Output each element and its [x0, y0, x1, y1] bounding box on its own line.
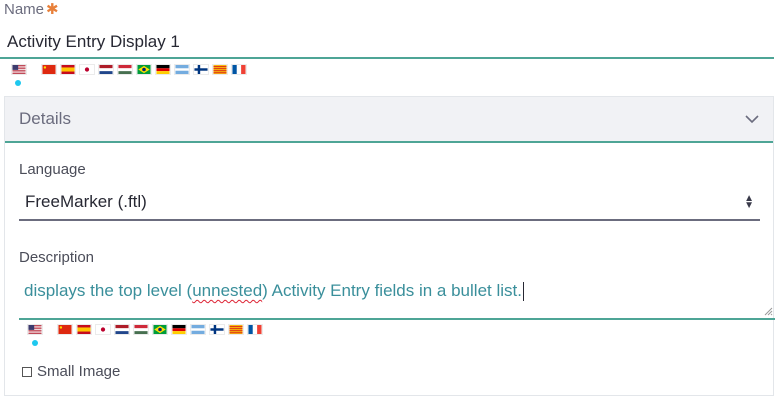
name-input[interactable] [0, 26, 774, 59]
flag-fi-icon[interactable] [193, 64, 212, 75]
flag-fr-icon[interactable] [231, 64, 250, 75]
flag-nl-icon[interactable] [114, 324, 133, 335]
language-selected-value: FreeMarker (.ftl) [25, 192, 147, 211]
flag-jp-icon[interactable] [79, 64, 98, 75]
chevron-down-icon[interactable] [745, 112, 759, 126]
small-image-option[interactable]: Small Image [22, 363, 120, 380]
description-misspelled-word: unnested [192, 281, 263, 300]
flag-nl-icon[interactable] [98, 64, 117, 75]
details-panel: Details Language FreeMarker (.ftl) ▲ ▼ De… [4, 96, 775, 396]
flag-ar-icon[interactable] [190, 324, 209, 335]
flag-hu-icon[interactable] [133, 324, 152, 335]
flag-cn-icon[interactable] [57, 324, 76, 335]
description-text-start: displays the top level ( [24, 281, 193, 300]
name-label-text: Name [4, 1, 45, 18]
text-caret [522, 282, 524, 302]
language-select[interactable]: FreeMarker (.ftl) ▲ ▼ [19, 185, 760, 221]
flag-fi-icon[interactable] [209, 324, 228, 335]
resize-handle-icon[interactable] [763, 306, 773, 316]
flag-es-icon[interactable] [60, 64, 79, 75]
details-panel-title: Details [19, 109, 71, 128]
flag-jp-icon[interactable] [95, 324, 114, 335]
flag-ar-icon[interactable] [174, 64, 193, 75]
flag-de-icon[interactable] [155, 64, 174, 75]
active-locale-indicator-description [32, 340, 38, 346]
description-text-end: ) Activity Entry fields in a bullet list… [262, 281, 522, 300]
active-locale-indicator [15, 80, 21, 86]
required-icon: ✱ [46, 1, 59, 18]
flag-br-icon[interactable] [152, 324, 171, 335]
flag-es-icon[interactable] [76, 324, 95, 335]
small-image-checkbox[interactable] [22, 366, 32, 377]
select-arrows-icon: ▲ ▼ [744, 193, 754, 211]
flag-fr-icon[interactable] [247, 324, 266, 335]
locale-flags-description [27, 324, 266, 335]
flag-cn-icon[interactable] [41, 64, 60, 75]
flag-hu-icon[interactable] [117, 64, 136, 75]
description-textarea[interactable]: displays the top level (unnested) Activi… [19, 272, 775, 320]
flag-br-icon[interactable] [136, 64, 155, 75]
name-label: Name ✱ [4, 0, 59, 18]
flag-de-icon[interactable] [171, 324, 190, 335]
flag-ca-icon[interactable] [212, 64, 231, 75]
flag-us-icon[interactable] [11, 64, 41, 75]
flag-ca-icon[interactable] [228, 324, 247, 335]
flag-us-icon[interactable] [27, 324, 57, 335]
small-image-label: Small Image [37, 363, 121, 380]
language-label: Language [19, 161, 86, 178]
locale-flags-name [11, 64, 250, 75]
details-panel-header[interactable]: Details [5, 97, 773, 143]
description-label: Description [19, 249, 95, 266]
